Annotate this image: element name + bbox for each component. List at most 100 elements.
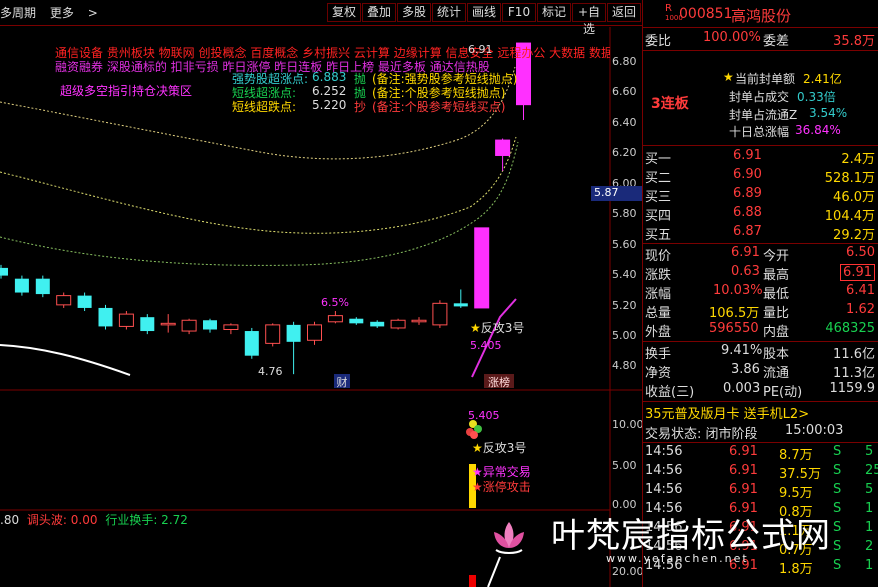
tick-count: 1 (865, 558, 874, 573)
fuquan-button[interactable]: 复权 (327, 3, 361, 22)
candle-body (140, 317, 155, 332)
back-button[interactable]: 返回 (607, 3, 641, 22)
signal-label: 短线超跌点: (232, 100, 297, 114)
low-price-label: 4.76 (258, 365, 283, 378)
tick-price: 6.91 (729, 463, 758, 478)
add-watchlist-button[interactable]: +自选 (572, 3, 606, 36)
bid-row[interactable]: 买五 6.87 29.2万 (643, 224, 878, 243)
candle-body (223, 324, 239, 331)
tick-row[interactable]: 14:56 6.91 9.5万 S 5 (643, 482, 878, 501)
bid-row[interactable]: 买三 6.89 46.0万 (643, 186, 878, 205)
tick-count: 5 (865, 444, 874, 459)
sub-fanggong: ★反攻3号 (472, 441, 527, 455)
stats-button[interactable]: 统计 (432, 3, 466, 22)
candle-body (203, 320, 217, 330)
tick-count: 5 (865, 482, 874, 497)
field-row: 收益(三) 0.003 PE(动) 1159.9 (645, 381, 875, 400)
star-icon: ★ (470, 321, 481, 335)
y-tick: 6.60 (612, 85, 637, 98)
y-tick: 5.60 (612, 238, 637, 251)
candle-body (411, 319, 427, 323)
magenta-signal-line (471, 298, 517, 378)
kline-chart-area[interactable]: 6.80 6.60 6.40 6.20 6.00 5.80 5.60 5.40 … (0, 27, 644, 587)
signal-action: 抄 (354, 100, 367, 114)
tick-side: S (833, 463, 842, 478)
candle-body (370, 321, 385, 327)
y-tick: 6.40 (612, 116, 637, 129)
tick-side: S (833, 444, 842, 459)
watermark-url: www.yefanchen.net (606, 552, 749, 565)
candle-body (56, 295, 72, 306)
tick-count: 1 (865, 501, 874, 516)
tick-count: 2 (865, 539, 874, 554)
stat-row: 十日总涨幅 36.84% (729, 123, 841, 139)
y-tick: 5.80 (612, 207, 637, 220)
sub-val-5405: 5.405 (468, 409, 500, 422)
watermark-lotus-logo (488, 518, 530, 560)
pct-label: 6.5% (321, 296, 349, 309)
sub-y-tick: 20.00 (612, 565, 644, 578)
sub-white-line (487, 556, 501, 587)
overlay-button[interactable]: 叠加 (362, 3, 396, 22)
stat-row: ★ 当前封单额 2.41亿 (723, 70, 842, 86)
draw-line-button[interactable]: 画线 (467, 3, 501, 22)
field-row: 换手 9.41% 股本 11.6亿 (645, 343, 875, 362)
high-price-label: 6.91 (468, 43, 493, 56)
candle-body (77, 295, 92, 308)
more-chevron-icon[interactable]: > (88, 6, 98, 20)
tick-side: S (833, 520, 842, 535)
candle-body (181, 319, 197, 332)
middle-band-line (0, 136, 517, 234)
bid-row[interactable]: 买二 6.90 528.1万 (643, 167, 878, 186)
quote-panel: R 1000 000851 高鸿股份 委比 100.00% 委差 35.8万 3连… (551, 0, 878, 587)
current-price-marker: 5.87 (591, 186, 642, 201)
multi-stock-button[interactable]: 多股 (397, 3, 431, 22)
field-row: 现价 6.91 今开 6.50 (645, 245, 875, 264)
candle-body (35, 278, 50, 295)
bid-row[interactable]: 买四 6.88 104.4万 (643, 205, 878, 224)
candle-body (390, 319, 406, 329)
white-ma-line (0, 344, 131, 376)
stat-row: 封单占成交 0.33倍 (729, 90, 836, 104)
signal-value: 6.883 (312, 70, 347, 84)
watermark-title: 叶梵宸指标公式网 (551, 516, 831, 556)
star-icon: ★ (472, 441, 483, 455)
signal-value: 6.252 (312, 84, 347, 98)
tick-row[interactable]: 14:56 6.91 8.7万 S 5 (643, 444, 878, 463)
more-button[interactable]: 更多 (50, 6, 74, 20)
mark-button[interactable]: 标记 (537, 3, 571, 22)
tick-row[interactable]: 14:56 6.91 37.5万 S 25 (643, 463, 878, 482)
field-row: 外盘 596550 内盘 468325 (645, 321, 875, 340)
tick-count: 25 (865, 463, 878, 478)
tick-side: S (833, 539, 842, 554)
star-icon: ★ (723, 70, 734, 84)
field-row: 涨跌 0.63 最高 6.91 (643, 264, 878, 283)
bid-row[interactable]: 买一 6.91 2.4万 (643, 148, 878, 167)
f10-button[interactable]: F10 (502, 3, 536, 22)
candle-body (327, 315, 343, 323)
candle-body (307, 324, 322, 341)
tick-side: S (833, 482, 842, 497)
star-icon: ★ (472, 480, 483, 494)
stock-name: 高鸿股份 (731, 7, 792, 25)
star-icon: ★ (472, 465, 483, 479)
candle-body (432, 302, 448, 326)
promo-link[interactable]: 35元普及版月卡 送手机L2> (643, 403, 878, 422)
field-row: 总量 106.5万 量比 1.62 (645, 302, 875, 321)
candle-body (118, 313, 134, 327)
stock-code: 000851 (679, 6, 733, 22)
tick-volume: 1.8万 (779, 562, 813, 577)
position-caption: 超级多空指引持仓决策区 (60, 84, 193, 98)
field-row: 涨幅 10.03% 最低 6.41 (645, 283, 875, 302)
tick-time: 14:56 (645, 482, 683, 497)
zhangbang-badge[interactable]: 涨榜 (484, 374, 514, 389)
tick-time: 14:56 (645, 444, 683, 459)
finance-badge[interactable]: 财 (334, 374, 350, 389)
multi-period-button[interactable]: 多周期 (0, 6, 36, 20)
tick-side: S (833, 558, 842, 573)
sub-y-tick: 5.00 (612, 459, 637, 472)
candle-body (14, 278, 29, 293)
tick-price: 6.91 (729, 444, 758, 459)
tick-volume: 37.5万 (779, 467, 821, 482)
lower-band-line (0, 141, 519, 266)
